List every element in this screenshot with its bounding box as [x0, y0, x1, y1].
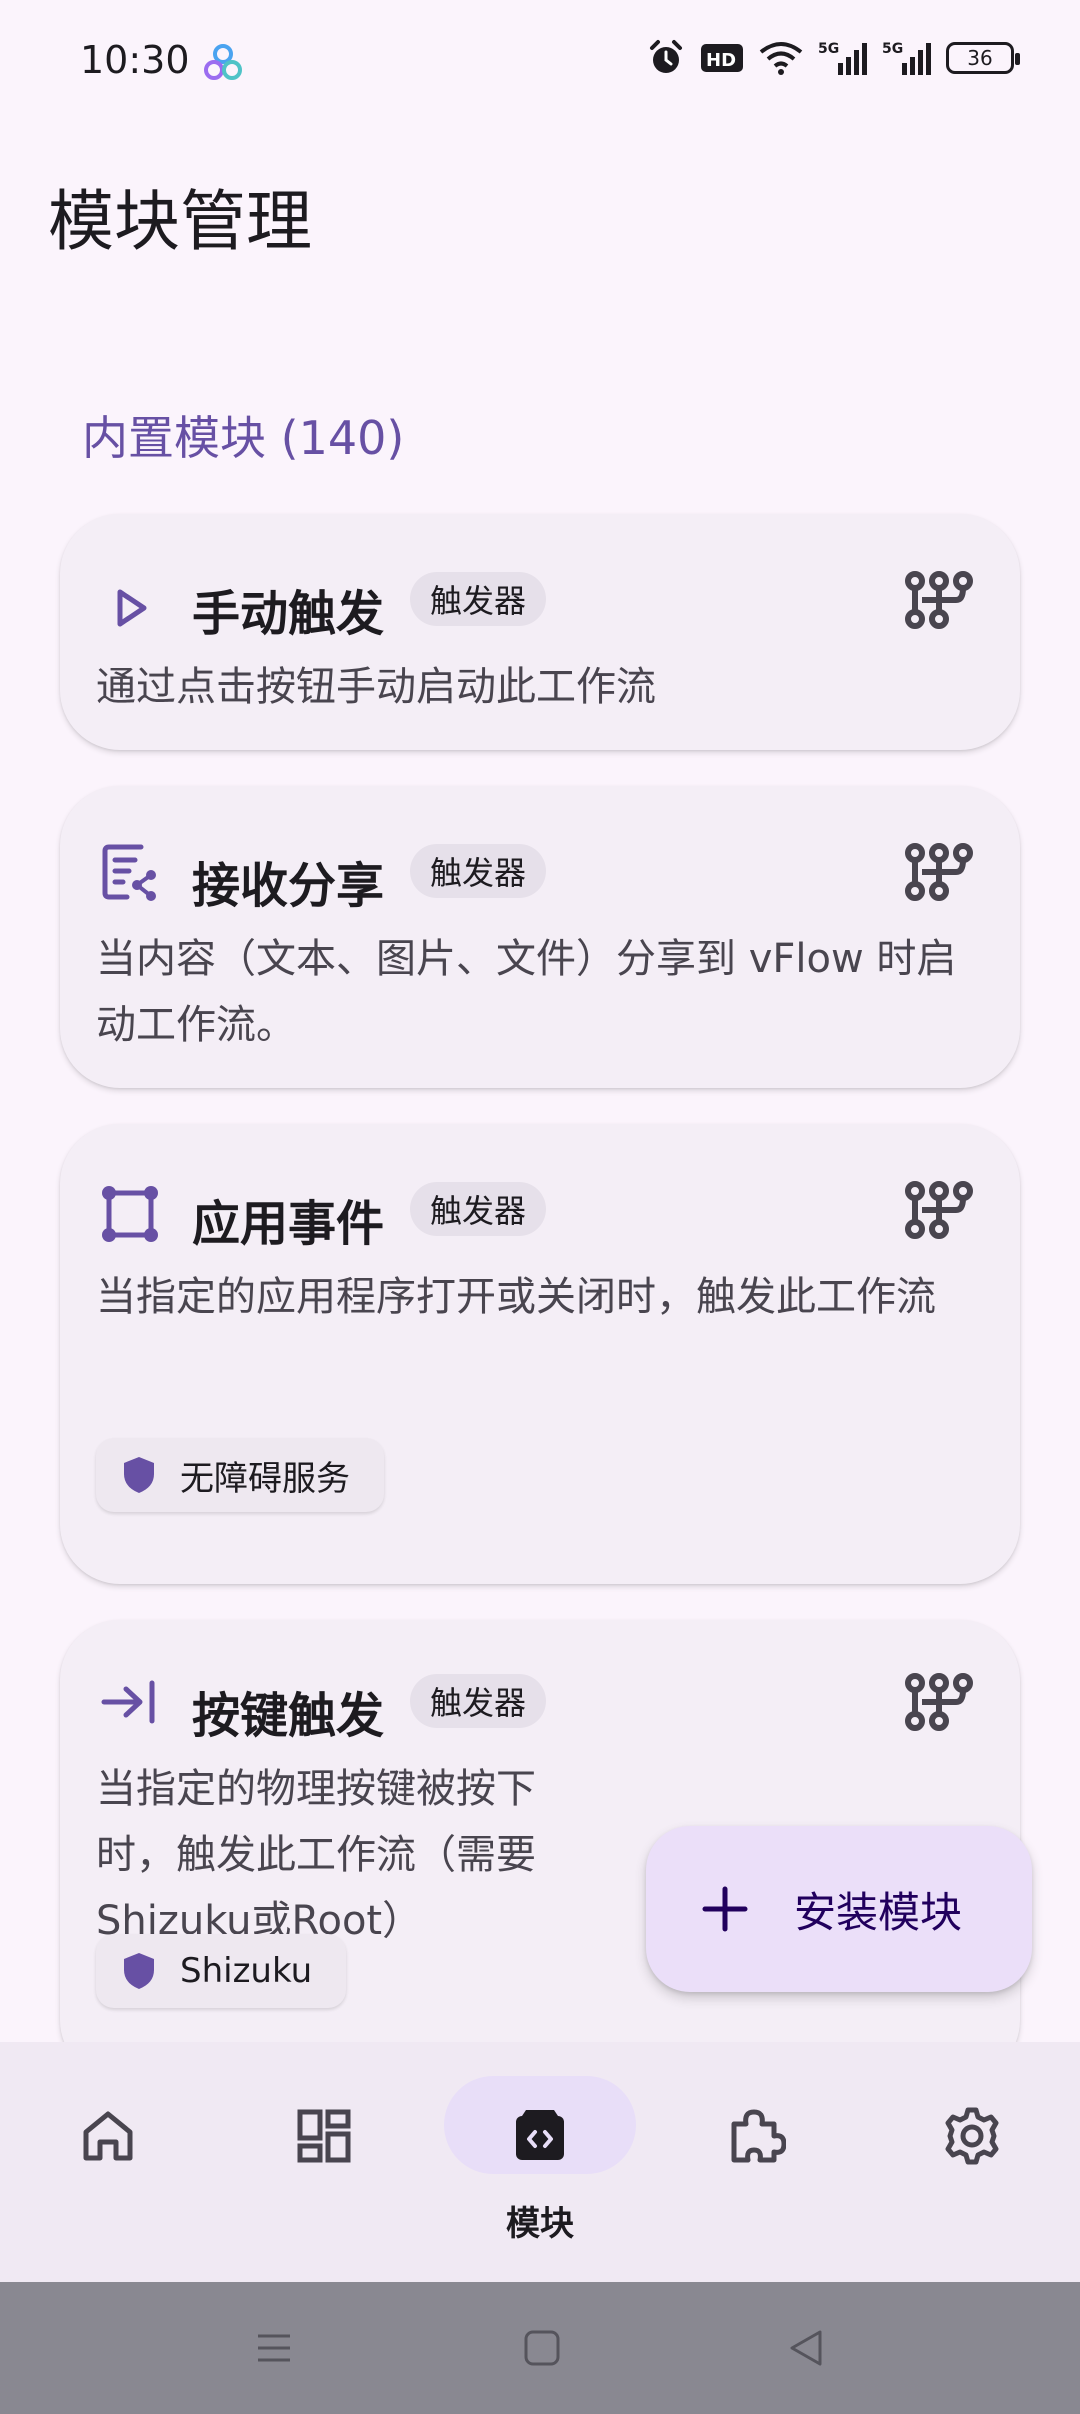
nav-label-modules: 模块	[506, 2204, 574, 2244]
module-card[interactable]: 应用事件 触发器 当指定的应用程序打开或关闭时，触发此工作流 无障碍服务	[60, 1124, 1020, 1584]
module-tag: 触发器	[410, 1182, 547, 1236]
signal-5g-icon: 5G	[818, 41, 867, 75]
permission-chip: 无障碍服务	[96, 1438, 384, 1512]
node-graph-icon[interactable]	[904, 1672, 974, 1732]
app-frame-icon	[100, 1184, 160, 1244]
module-tag: 触发器	[410, 844, 547, 898]
plus-icon	[702, 1886, 748, 1932]
fab-label: 安装模块	[794, 1887, 963, 1937]
module-name: 手动触发	[192, 586, 385, 642]
nav-item-home[interactable]	[0, 2042, 216, 2282]
app-logo-icon	[204, 44, 242, 80]
module-description: 通过点击按钮手动启动此工作流	[96, 664, 656, 710]
status-time: 10:30	[80, 38, 190, 82]
install-module-button[interactable]: 安装模块	[646, 1826, 1032, 1992]
home-button-icon[interactable]	[522, 2328, 562, 2368]
permission-label: Shizuku	[180, 1951, 313, 1991]
wifi-icon	[759, 42, 803, 75]
nav-item-plugins[interactable]	[648, 2042, 864, 2282]
module-description: 当内容（文本、图片、文件）分享到 vFlow 时启动工作流。	[96, 936, 957, 1048]
back-icon[interactable]	[786, 2328, 826, 2368]
nav-item-settings[interactable]	[864, 2042, 1080, 2282]
section-header: 内置模块 (140)	[82, 411, 405, 465]
share-receive-icon	[100, 842, 160, 902]
module-card[interactable]: 手动触发 触发器 通过点击按钮手动启动此工作流	[60, 514, 1020, 750]
system-nav-bar	[0, 2282, 1080, 2414]
shield-icon	[124, 1457, 154, 1493]
module-card[interactable]: 接收分享 触发器 当内容（文本、图片、文件）分享到 vFlow 时启动工作流。	[60, 786, 1020, 1088]
permission-label: 无障碍服务	[180, 1458, 350, 1499]
node-graph-icon[interactable]	[904, 1180, 974, 1240]
module-icon	[516, 2110, 564, 2160]
node-graph-icon[interactable]	[904, 842, 974, 902]
settings-icon	[945, 2107, 999, 2165]
module-description: 当指定的物理按键被按下时，触发此工作流（需要Shizuku或Root）	[96, 1766, 536, 1944]
status-bar: 10:30 HD 5G 5G 36	[0, 0, 1080, 130]
key-input-icon	[100, 1672, 160, 1732]
module-tag: 触发器	[410, 572, 547, 626]
bottom-nav: 模块	[0, 2042, 1080, 2282]
alarm-icon	[650, 40, 682, 73]
menu-icon[interactable]	[254, 2328, 294, 2368]
permission-chip: Shizuku	[96, 1934, 347, 2008]
battery-level: 36	[967, 46, 993, 70]
signal-5g-icon: 5G	[882, 41, 931, 75]
nav-item-modules[interactable]: 模块	[432, 2042, 648, 2282]
puzzle-icon	[731, 2109, 786, 2163]
dashboard-icon	[297, 2109, 351, 2163]
module-name: 接收分享	[192, 858, 385, 914]
node-graph-icon[interactable]	[904, 570, 974, 630]
svg-text:5G: 5G	[882, 41, 903, 57]
module-tag: 触发器	[410, 1674, 547, 1728]
module-description: 当指定的应用程序打开或关闭时，触发此工作流	[96, 1274, 936, 1320]
play-icon	[100, 578, 160, 638]
home-icon	[83, 2111, 133, 2161]
shield-icon	[124, 1953, 154, 1989]
module-name: 按键触发	[192, 1688, 385, 1744]
battery-icon: 36	[946, 42, 1020, 74]
svg-text:5G: 5G	[818, 41, 839, 57]
svg-text:HD: HD	[706, 50, 736, 71]
nav-item-dashboard[interactable]	[216, 2042, 432, 2282]
hd-icon: HD	[701, 44, 743, 72]
page-title: 模块管理	[48, 183, 312, 260]
module-name: 应用事件	[192, 1196, 385, 1252]
